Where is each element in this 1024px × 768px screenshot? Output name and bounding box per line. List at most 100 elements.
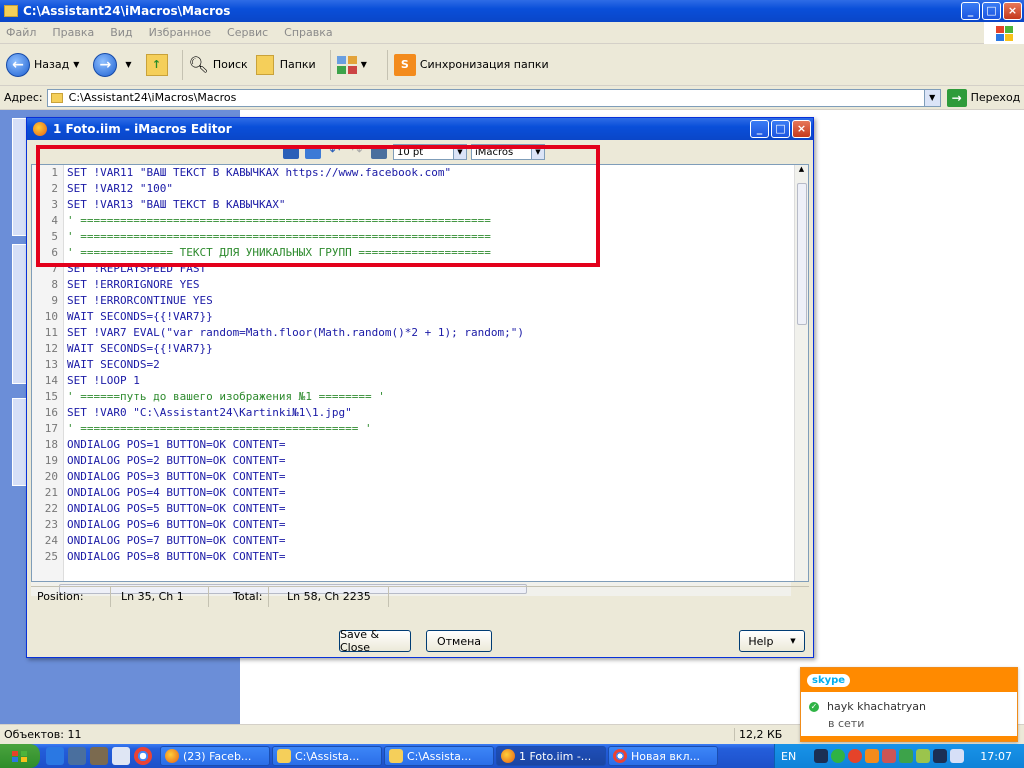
menu-file[interactable]: Файл [6, 26, 36, 39]
editor-minimize-button[interactable]: _ [750, 120, 769, 138]
windows-flag-icon [995, 25, 1013, 41]
search-label: Поиск [212, 58, 248, 71]
address-dropdown-icon[interactable]: ▼ [923, 89, 940, 106]
volume-icon[interactable] [950, 749, 965, 763]
skype-bottom-bar [801, 736, 1017, 741]
line-number: 12 [44, 342, 58, 355]
taskbar: (23) Faceb... C:\Assista... C:\Assista..… [0, 744, 1024, 768]
skype-notification[interactable]: skype ✓ hayk khachatryan в сети [800, 667, 1018, 742]
views-dropdown-icon[interactable]: ▼ [361, 60, 367, 69]
position-label: Position: [31, 586, 111, 607]
skype-contact-name: hayk khachatryan [827, 700, 926, 713]
scroll-up-icon[interactable]: ▲ [795, 165, 808, 177]
line-number: 10 [44, 310, 58, 323]
sync-label: Синхронизация папки [419, 58, 549, 71]
app-icon[interactable] [90, 747, 108, 765]
views-button[interactable]: ▼ [336, 55, 373, 74]
go-button[interactable]: → Переход [946, 88, 1020, 107]
save-close-button[interactable]: Save & Close [339, 628, 411, 654]
taskbar-item-label: Новая вкл... [631, 749, 700, 763]
total-label: Total: [209, 586, 269, 607]
sync-folder-button[interactable]: S Синхронизация папки [393, 53, 549, 76]
line-number: 18 [44, 438, 58, 451]
menu-view[interactable]: Вид [110, 26, 132, 39]
code-line: SET !VAR0 "C:\Assistant24\Kartinki№1\1.j… [67, 406, 352, 419]
antivirus-icon[interactable] [848, 749, 863, 763]
line-number: 25 [44, 550, 58, 563]
code-line: ONDIALOG POS=5 BUTTON=OK CONTENT= [67, 502, 286, 515]
line-number: 19 [44, 454, 58, 467]
online-status-icon: ✓ [809, 701, 819, 712]
address-label: Адрес: [4, 91, 43, 104]
editor-status-bar: Position: Ln 35, Ch 1 Total: Ln 58, Ch 2… [31, 586, 809, 607]
menu-favorites[interactable]: Избранное [149, 26, 211, 39]
taskbar-item-active[interactable]: 1 Foto.iim -... [496, 746, 606, 766]
skype-logo: skype [807, 673, 851, 687]
total-size: 12,2 КБ [734, 728, 782, 741]
line-number: 21 [44, 486, 58, 499]
taskbar-item[interactable]: (23) Faceb... [160, 746, 270, 766]
code-line: ONDIALOG POS=1 BUTTON=OK CONTENT= [67, 438, 286, 451]
address-bar: Адрес: C:\Assistant24\iMacros\Macros ▼ →… [0, 86, 1024, 110]
toolbar-separator [329, 49, 331, 80]
tray-app-icon[interactable] [899, 749, 914, 763]
tray-app-icon[interactable] [882, 749, 897, 763]
firefox-icon [165, 749, 179, 763]
search-button[interactable]: 🔍︎ Поиск [189, 55, 248, 74]
windows-flag-icon [11, 750, 29, 762]
forward-dropdown-icon[interactable]: ▼ [125, 60, 131, 69]
taskbar-item[interactable]: Новая вкл... [608, 746, 718, 766]
back-button[interactable]: ← Назад ▼ [6, 52, 85, 77]
ie-icon[interactable] [46, 747, 64, 765]
minimize-button[interactable]: _ [961, 2, 980, 20]
line-number: 15 [44, 390, 58, 403]
up-folder-button[interactable]: ↑ [145, 53, 168, 76]
close-button[interactable]: × [1003, 2, 1022, 20]
explorer-title-bar[interactable]: C:\Assistant24\iMacros\Macros _ □ × [0, 0, 1024, 22]
help-button[interactable]: Help ▼ [739, 630, 805, 652]
menu-edit[interactable]: Правка [52, 26, 94, 39]
explorer-window-controls: _ □ × [961, 2, 1022, 20]
folders-button[interactable]: Папки [255, 54, 316, 75]
language-indicator[interactable]: EN [781, 750, 796, 763]
taskbar-item[interactable]: C:\Assista... [272, 746, 382, 766]
line-number: 22 [44, 502, 58, 515]
forward-arrow-icon: → [93, 52, 118, 77]
windows-logo [984, 22, 1024, 44]
firefox-icon [33, 122, 47, 136]
network-icon[interactable] [933, 749, 948, 763]
skype-body: ✓ hayk khachatryan в сети [801, 692, 1017, 730]
tray-arrow-icon[interactable] [814, 749, 829, 763]
chrome-icon[interactable] [134, 747, 152, 765]
editor-close-button[interactable]: × [792, 120, 811, 138]
vertical-scroll-thumb[interactable] [797, 183, 807, 325]
show-desktop-icon[interactable] [68, 747, 86, 765]
forward-button[interactable]: → ▼ [93, 52, 137, 77]
menu-tools[interactable]: Сервис [227, 26, 268, 39]
tray-app-icon[interactable] [916, 749, 931, 763]
explorer-menubar: Файл Правка Вид Избранное Сервис Справка [0, 22, 1024, 44]
cancel-button[interactable]: Отмена [426, 630, 492, 652]
code-line: ONDIALOG POS=7 BUTTON=OK CONTENT= [67, 534, 286, 547]
start-button[interactable] [0, 744, 40, 768]
menu-help[interactable]: Справка [284, 26, 332, 39]
back-dropdown-icon[interactable]: ▼ [73, 60, 79, 69]
skype-tray-icon[interactable] [831, 749, 846, 763]
toolbar-separator [181, 49, 183, 80]
taskbar-item[interactable]: C:\Assista... [384, 746, 494, 766]
window-icon[interactable] [112, 747, 130, 765]
vertical-scrollbar[interactable]: ▲ [794, 165, 808, 581]
code-line: ONDIALOG POS=3 BUTTON=OK CONTENT= [67, 470, 286, 483]
code-line: ONDIALOG POS=8 BUTTON=OK CONTENT= [67, 550, 286, 563]
editor-title-bar[interactable]: 1 Foto.iim - iMacros Editor _ □ × [27, 118, 813, 140]
address-value: C:\Assistant24\iMacros\Macros [68, 91, 237, 104]
back-label: Назад [34, 58, 70, 71]
taskbar-item-label: C:\Assista... [295, 749, 360, 763]
position-value: Ln 35, Ch 1 [111, 586, 209, 607]
address-input[interactable]: C:\Assistant24\iMacros\Macros ▼ [46, 88, 941, 107]
skype-header: skype [801, 668, 1017, 692]
maximize-button[interactable]: □ [982, 2, 1001, 20]
tray-app-icon[interactable] [865, 749, 880, 763]
editor-maximize-button[interactable]: □ [771, 120, 790, 138]
folders-icon [255, 54, 274, 75]
